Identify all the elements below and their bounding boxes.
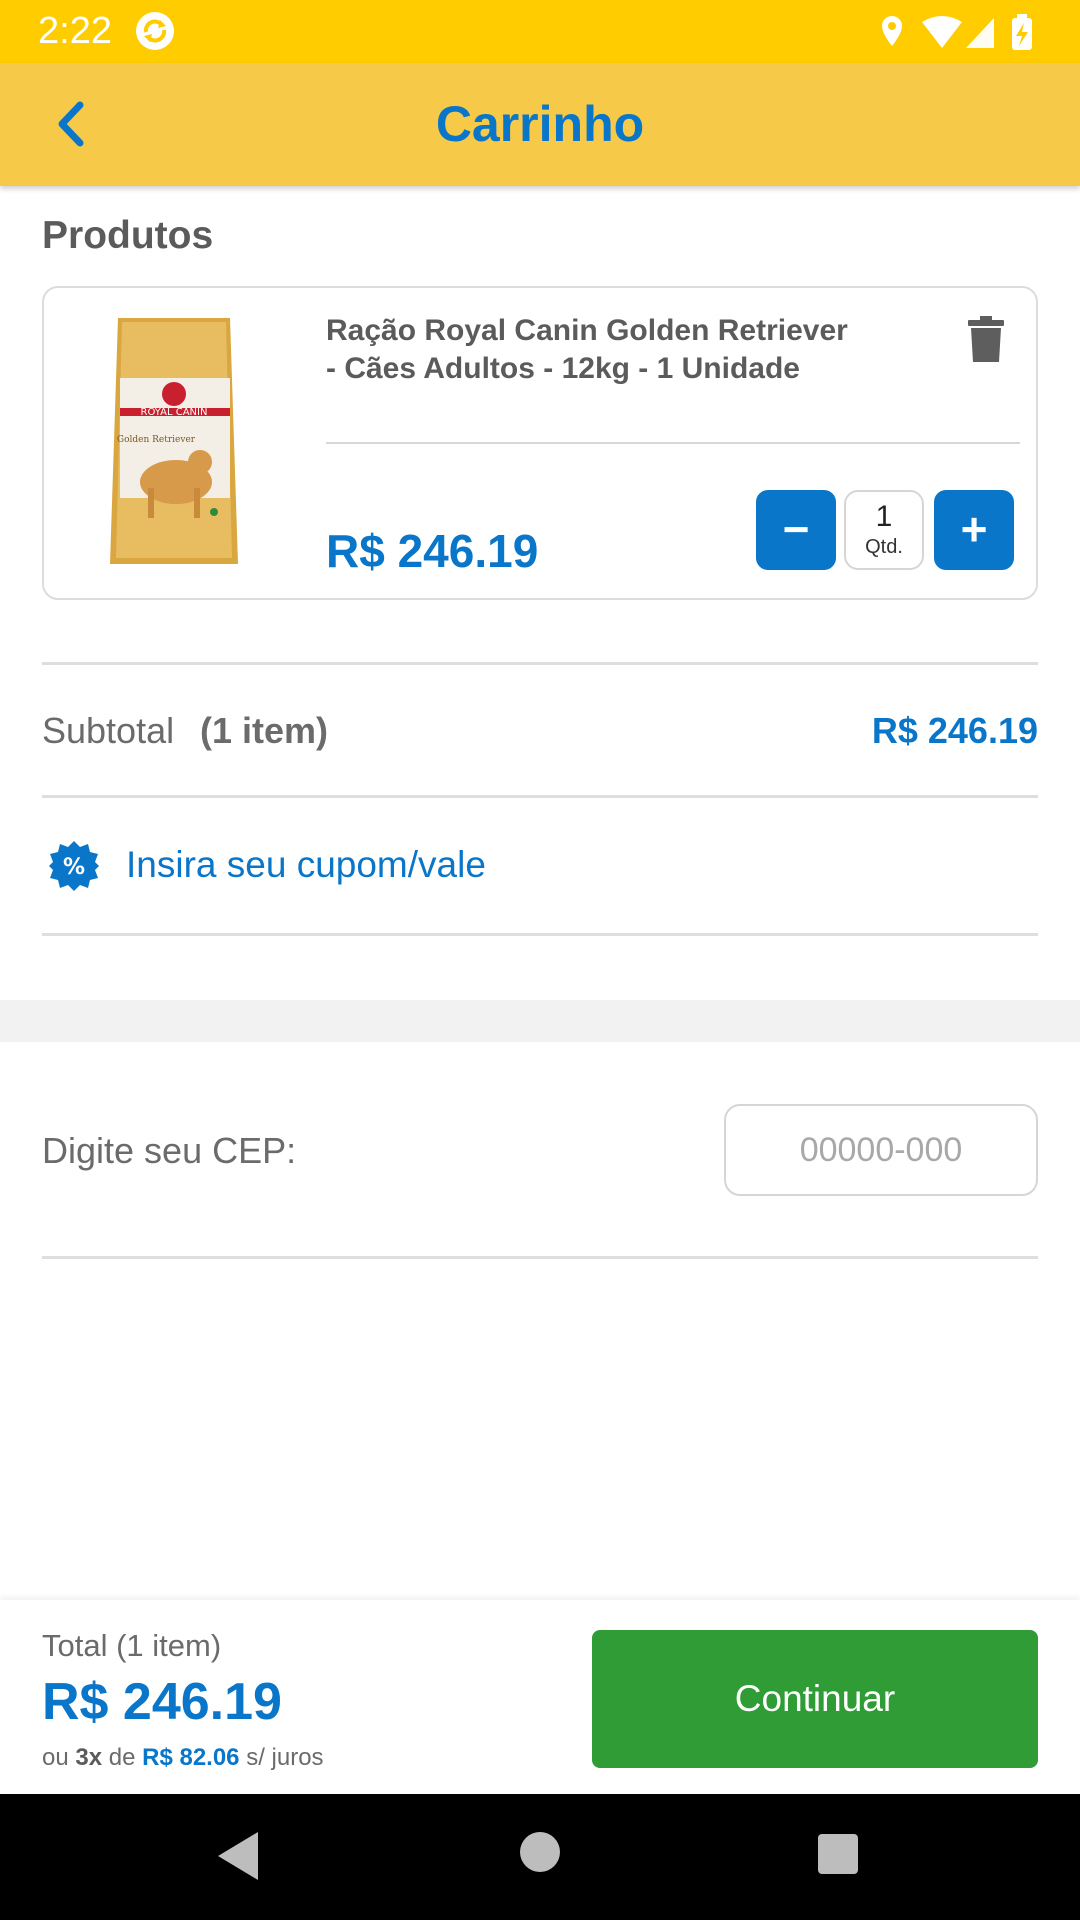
cart-item-card: ROYAL CANIN Golden Retriever Ração Royal… (42, 286, 1038, 600)
signal-icon (966, 18, 994, 48)
installment-info: ou 3x de R$ 82.06 s/ juros (42, 1744, 324, 1772)
battery-charging-icon (1012, 14, 1032, 50)
wifi-icon (922, 16, 962, 48)
divider (42, 1256, 1038, 1259)
subtotal-label: Subtotal (42, 710, 175, 751)
nav-recents-icon[interactable] (818, 1834, 858, 1874)
divider (42, 662, 1038, 665)
system-nav-bar (0, 1794, 1080, 1920)
nav-back-icon[interactable] (216, 1830, 260, 1882)
trash-icon[interactable] (966, 314, 1006, 364)
coupon-link[interactable]: Insira seu cupom/vale (126, 844, 486, 886)
checkout-footer: Total (1 item) R$ 246.19 ou 3x de R$ 82.… (0, 1600, 1080, 1794)
status-time: 2:22 (38, 10, 112, 52)
nav-home-icon[interactable] (520, 1832, 560, 1872)
installment-count: 3x (75, 1744, 103, 1771)
quantity-stepper[interactable]: 1 Qtd. (844, 490, 924, 570)
divider (42, 933, 1038, 936)
percent-badge-icon[interactable]: % (48, 840, 100, 892)
installment-prefix: ou (42, 1744, 69, 1771)
page-title: Carrinho (435, 96, 645, 152)
total-label: Total (1 item) (42, 1628, 222, 1663)
cep-label: Digite seu CEP: (42, 1130, 297, 1171)
total-value: R$ 246.19 (42, 1673, 282, 1731)
subtotal-item-count: (1 item) (200, 710, 329, 751)
app-bar: Carrinho (0, 63, 1080, 186)
product-image-brand: ROYAL CANIN (141, 407, 208, 418)
product-price: R$ 246.19 (326, 525, 539, 577)
increase-quantity-button[interactable]: + (934, 490, 1014, 570)
sync-app-icon (136, 12, 174, 50)
location-icon (882, 16, 902, 46)
installment-of: de (108, 1744, 136, 1771)
card-divider (326, 442, 1020, 444)
installment-value: R$ 82.06 (142, 1744, 240, 1771)
subtotal-value: R$ 246.19 (871, 710, 1038, 751)
status-icons (882, 14, 1032, 50)
cep-input[interactable] (724, 1104, 1038, 1196)
svg-text:%: % (63, 855, 85, 880)
section-separator (0, 1000, 1080, 1042)
decrease-quantity-button[interactable]: − (756, 490, 836, 570)
product-image-text: Golden Retriever (117, 435, 196, 445)
continue-button[interactable]: Continuar (592, 1630, 1038, 1768)
product-image[interactable]: ROYAL CANIN Golden Retriever (104, 312, 244, 574)
quantity-label: Qtd. (865, 536, 903, 558)
product-name[interactable]: Ração Royal Canin Golden Retriever - Cãe… (326, 312, 866, 388)
divider (42, 795, 1038, 798)
installment-suffix: s/ juros (246, 1744, 324, 1771)
products-heading: Produtos (42, 214, 214, 257)
status-bar: 2:22 (0, 0, 1080, 63)
quantity-value: 1 (875, 500, 893, 533)
